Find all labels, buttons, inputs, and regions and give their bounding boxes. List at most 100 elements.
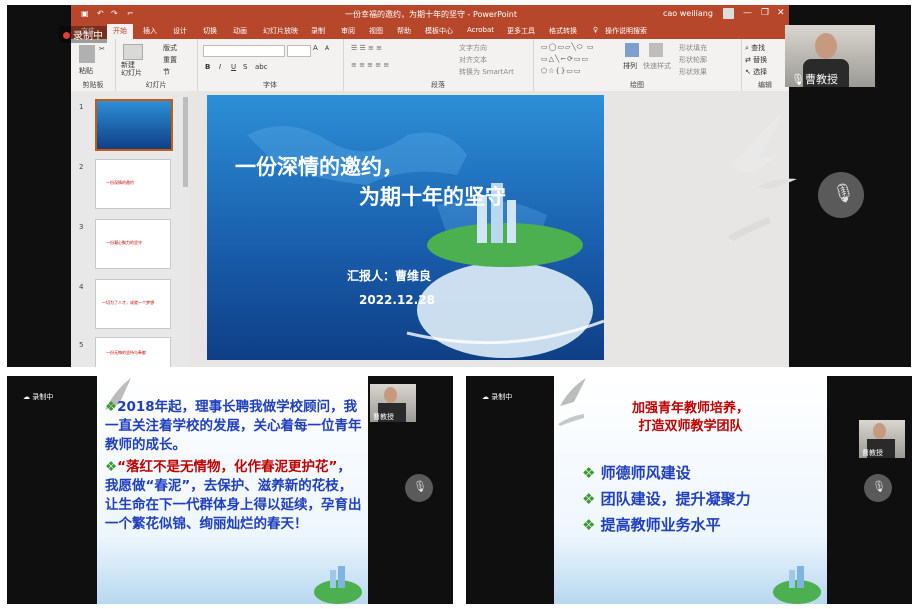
customize-icon[interactable]: ⌐ (127, 9, 134, 19)
participant-video[interactable]: 曹教授 (370, 384, 416, 422)
layout-button[interactable]: 版式 (163, 43, 177, 53)
slide-heading: 加强青年教师培养， 打造双师教学团队 (631, 401, 749, 434)
font-size-select[interactable] (287, 45, 311, 57)
undo-icon[interactable]: ↶ (97, 9, 104, 19)
slide-thumbnail-3[interactable]: 一份凝心聚力的坚守 (95, 219, 171, 269)
tab-record[interactable]: 录制 (311, 26, 325, 36)
participant-video[interactable]: 曹教授 (859, 420, 905, 458)
mic-muted-button[interactable]: 🎙 (864, 474, 892, 502)
smartart-button[interactable]: 转换为 SmartArt (459, 67, 514, 77)
save-icon[interactable]: ▣ (81, 9, 89, 19)
tab-format-convert[interactable]: 格式转换 (549, 26, 577, 36)
tab-transitions[interactable]: 切换 (203, 26, 217, 36)
shadow-button[interactable]: abc (255, 63, 268, 71)
group-editing: ⌕ 查找 ⇄ 替换 ↖ 选择 编辑 (741, 39, 789, 91)
shapes-gallery-row3[interactable]: ⬠☆{}▭▭ (541, 67, 582, 75)
slide-reporter: 汇报人：曹维良 (347, 269, 432, 283)
new-slide-button[interactable]: 新建 幻灯片 (121, 61, 142, 77)
clipboard-label: 剪贴板 (82, 81, 104, 89)
arrange-icon[interactable] (625, 43, 639, 57)
globe-decoration (773, 566, 821, 604)
find-button[interactable]: ⌕ 查找 (745, 43, 765, 53)
text-direction-button[interactable]: 文字方向 (459, 43, 487, 53)
strike-button[interactable]: S (243, 63, 247, 71)
advisor-paragraph-2: ❖“落红不是无情物，化作春泥更护花”，我愿做“春泥”，去保护、滋养新的花枝，让生… (105, 459, 362, 532)
replace-icon: ⇄ (745, 56, 754, 64)
avatar[interactable] (723, 8, 734, 19)
shape-fill-button[interactable]: 形状填充 (679, 43, 707, 53)
replace-button[interactable]: ⇄ 替换 (745, 55, 767, 65)
slide-thumbnail-4[interactable]: 一切为了人才，成就一个梦想 (95, 279, 171, 329)
select-icon: ↖ (745, 68, 754, 76)
slide-thumbnail-2[interactable]: 一份深情的邀约 (95, 159, 171, 209)
section-button[interactable]: 节 (163, 67, 170, 77)
arrange-button[interactable]: 排列 (623, 61, 637, 71)
shape-effects-button[interactable]: 形状效果 (679, 67, 707, 77)
mic-off-icon: 🎙 (413, 480, 427, 493)
shrink-font-button[interactable]: A (325, 45, 329, 52)
close-icon[interactable]: ✕ (777, 8, 785, 18)
tab-acrobat[interactable]: Acrobat (467, 26, 494, 34)
paste-button[interactable]: 粘贴 (79, 66, 93, 76)
world-map-graphic (247, 126, 604, 358)
participant-name: 🎙曹教授 (791, 73, 838, 86)
tell-me-search[interactable]: 操作说明搜索 (605, 26, 647, 36)
thumb-number: 4 (79, 283, 84, 291)
cut-icon[interactable]: ✂ (99, 45, 105, 53)
current-slide[interactable]: 一份深情的邀约， 为期十年的坚守 汇报人：曹维良 2022.12.28 (207, 95, 604, 360)
grow-font-button[interactable]: A (313, 44, 318, 52)
account-name[interactable]: cao weiliang (663, 9, 713, 18)
shapes-gallery-row2[interactable]: ▭△╲⌐⟳▭▭ (541, 55, 589, 63)
slide-thumbnail-5[interactable]: 一份无悔的坚持与奉献 (95, 337, 171, 367)
shapes-gallery[interactable]: ▭◯▭▱╲⬭ ▭ (541, 43, 594, 52)
share-panel-right: ☁ 录制中 加强青年教师培养， 打造双师教学团队 ❖ 师德师风建设 ❖ 团队建设… (466, 376, 912, 604)
thumbnail-scrollbar[interactable] (183, 97, 188, 187)
minimize-icon[interactable]: — (743, 8, 752, 18)
reset-button[interactable]: 重置 (163, 55, 177, 65)
recording-indicator[interactable]: ☁ 录制中 (23, 392, 53, 402)
quick-styles-icon[interactable] (649, 43, 663, 57)
shape-outline-button[interactable]: 形状轮廓 (679, 55, 707, 65)
tab-review[interactable]: 审阅 (341, 26, 355, 36)
ribbon: 粘贴 ✂ 剪贴板 新建 幻灯片 版式 重置 节 幻灯片 A A B I U S (71, 39, 789, 92)
quick-styles-button[interactable]: 快速样式 (643, 61, 671, 71)
underline-button[interactable]: U (231, 63, 236, 71)
advisor-paragraph-1: ❖2018年起，理事长聘我做学校顾问，我一直关注着学校的发展，关心着每一位青年教… (105, 399, 362, 453)
font-name-select[interactable] (203, 45, 285, 57)
participant-video[interactable]: 🎙曹教授 (785, 25, 875, 87)
tab-more-tools[interactable]: 更多工具 (507, 26, 535, 36)
tab-home[interactable]: 开始 (107, 24, 133, 39)
tab-design[interactable]: 设计 (173, 26, 187, 36)
mic-muted-button[interactable]: 🎙 (405, 474, 433, 502)
tab-slideshow[interactable]: 幻灯片放映 (263, 26, 298, 36)
redo-icon[interactable]: ↷ (111, 9, 118, 19)
list-icons[interactable]: ☰ ☰ ≡ ≡ (351, 44, 382, 52)
slide-thumbnail-1[interactable] (95, 99, 173, 151)
tab-insert[interactable]: 插入 (143, 26, 157, 36)
restore-icon[interactable]: ❐ (761, 8, 769, 18)
align-text-button[interactable]: 对齐文本 (459, 55, 487, 65)
recording-indicator[interactable]: ☁ 录制中 (482, 392, 512, 402)
tab-view[interactable]: 视图 (369, 26, 383, 36)
mic-muted-button[interactable]: 🎙 (818, 172, 864, 218)
new-slide-icon[interactable] (123, 44, 143, 60)
paragraph-label: 段落 (431, 81, 445, 89)
drawing-label: 绘图 (630, 81, 644, 89)
bullet-item: ❖ 师德师风建设 (582, 464, 691, 482)
ribbon-tabs: 文件 开始 插入 设计 切换 动画 幻灯片放映 录制 审阅 视图 帮助 模板中心… (71, 23, 789, 39)
tab-animations[interactable]: 动画 (233, 26, 247, 36)
paste-icon[interactable] (79, 45, 95, 63)
slide-advisor: ❖2018年起，理事长聘我做学校顾问，我一直关注着学校的发展，关心着每一位青年教… (97, 376, 368, 604)
tab-template-center[interactable]: 模板中心 (425, 26, 453, 36)
slide-date: 2022.12.28 (359, 293, 435, 307)
main-screen-share: ▣ ↶ ↷ ⌐ 一份幸福的邀约，为期十年的坚守 - PowerPoint cao… (7, 5, 911, 367)
italic-button[interactable]: I (219, 63, 221, 71)
record-icon: ☁ (482, 393, 492, 401)
recording-indicator[interactable]: 录制中 (59, 26, 107, 43)
group-clipboard: 粘贴 ✂ 剪贴板 (71, 39, 116, 91)
thumb-number: 2 (79, 163, 84, 171)
bold-button[interactable]: B (205, 63, 210, 71)
select-button[interactable]: ↖ 选择 (745, 67, 767, 77)
tab-help[interactable]: 帮助 (397, 26, 411, 36)
align-icons[interactable]: ≡ ≡ ≡ ≡ ≡ (351, 61, 389, 69)
